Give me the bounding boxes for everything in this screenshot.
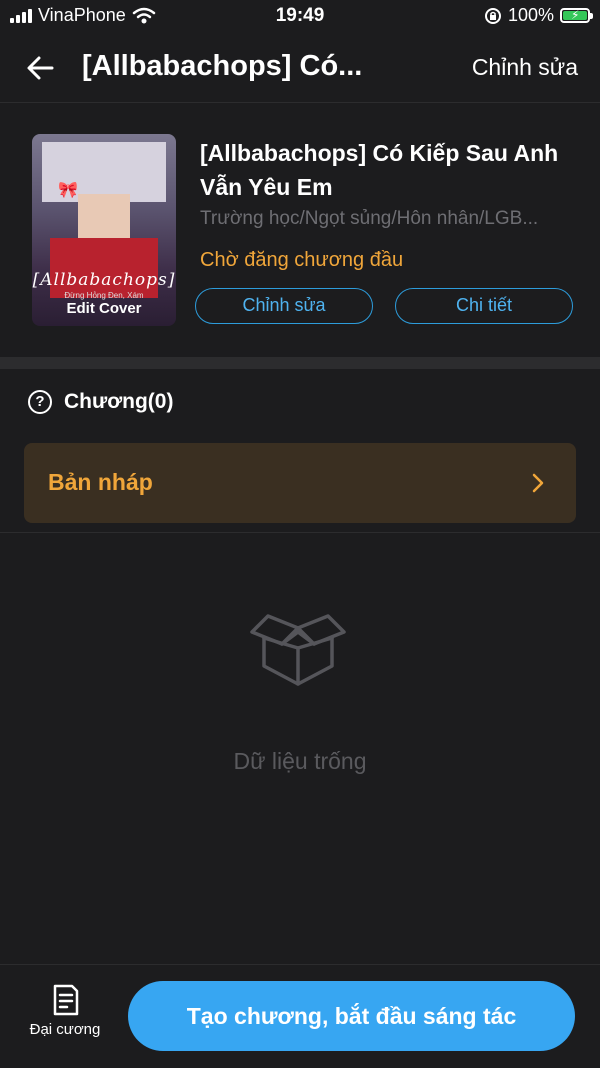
chapters-label: Chương(0) xyxy=(64,390,174,413)
divider-line xyxy=(0,532,600,533)
edit-book-button[interactable]: Chỉnh sửa xyxy=(195,288,373,324)
status-right: 100% ⚡ xyxy=(484,5,593,26)
question-circle-icon[interactable]: ? xyxy=(28,390,52,414)
bottom-bar: Đại cương Tạo chương, bắt đầu sáng tác xyxy=(0,964,600,1068)
create-chapter-button[interactable]: Tạo chương, bắt đầu sáng tác xyxy=(128,981,575,1051)
book-title: [Allbabachops] Có Kiếp Sau Anh Vẫn Yêu E… xyxy=(200,140,559,200)
back-arrow-icon[interactable] xyxy=(24,52,56,84)
bow-icon: 🎀 xyxy=(58,182,78,199)
edit-cover-button[interactable]: Edit Cover xyxy=(32,300,176,317)
page-title: [Allbabachops] Có... xyxy=(82,50,363,82)
draft-row[interactable]: Bản nháp xyxy=(24,443,576,523)
battery-charging-icon: ⚡ xyxy=(560,8,593,23)
orientation-lock-icon xyxy=(484,7,501,24)
section-divider xyxy=(0,357,600,369)
book-tags: Trường học/Ngọt sủng/Hôn nhân/LGB... xyxy=(200,208,539,229)
nav-bar: [Allbabachops] Có... Chỉnh sửa xyxy=(0,34,600,103)
status-bar: VinaPhone 19:49 100% ⚡ xyxy=(0,0,600,34)
draft-label: Bản nháp xyxy=(48,469,153,495)
outline-button[interactable]: Đại cương xyxy=(22,983,108,1049)
empty-state-text: Dữ liệu trống xyxy=(233,748,367,774)
chapters-header: ? Chương(0) xyxy=(28,390,173,414)
empty-box-icon xyxy=(250,614,346,686)
book-cover[interactable]: 🎀 [Allbabachops] Đừng Hỏng Đen, Xám Edit… xyxy=(32,134,176,326)
cover-title: [Allbabachops] xyxy=(32,270,176,290)
outline-label: Đại cương xyxy=(29,1021,101,1038)
document-icon xyxy=(53,984,79,1016)
battery-percent: 100% xyxy=(507,5,554,25)
cover-subtitle: Đừng Hỏng Đen, Xám xyxy=(64,291,144,300)
detail-button[interactable]: Chi tiết xyxy=(395,288,573,324)
book-status: Chờ đăng chương đầu xyxy=(200,249,404,271)
chevron-right-icon xyxy=(532,473,544,493)
edit-button[interactable]: Chỉnh sửa xyxy=(472,54,578,81)
